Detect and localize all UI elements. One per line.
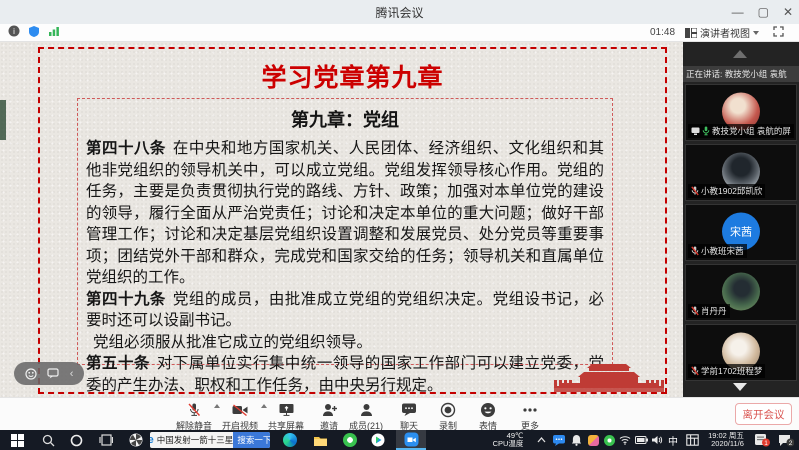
mic-muted-icon	[691, 186, 699, 196]
record-icon	[440, 402, 456, 418]
notification-badge-icon[interactable]: 1	[752, 430, 772, 450]
member-person-icon	[359, 402, 374, 418]
slide-paragraph: 第五十条对下属单位实行集中统一领导的国家工作部门可以建立党委，党委的产生办法、职…	[86, 353, 604, 396]
wifi-tray-icon[interactable]	[617, 430, 633, 450]
screen-share-icon	[691, 127, 700, 135]
share-screen-icon	[278, 402, 295, 418]
chat-bubble-icon[interactable]	[47, 368, 59, 379]
leave-meeting-button[interactable]: 离开会议	[735, 403, 792, 425]
windows-taskbar: e 中国发射一箭十三星 搜索一下 49℃CPU温度 中	[0, 430, 799, 450]
svg-text:2: 2	[789, 440, 793, 447]
desktop-edge-artifact	[0, 100, 6, 140]
participant-tile[interactable]: 肖丹丹	[685, 264, 797, 321]
slide-outer-border: 学习党章第九章 第九章：党组 第四十八条在中央和地方国家机关、人民团体、经济组织…	[38, 47, 667, 394]
unmute-button[interactable]: 解除静音	[170, 401, 218, 432]
cpu-temperature-widget[interactable]: 49℃CPU温度	[486, 430, 530, 450]
window-titlebar: 腾讯会议 — ▢ ✕	[0, 0, 799, 24]
participant-name: 小教1902邱凯欣	[701, 185, 762, 197]
taskbar-search-icon[interactable]	[36, 430, 60, 450]
close-button[interactable]: ✕	[783, 5, 793, 19]
news-search-text: 中国发射一箭十三星	[157, 434, 234, 446]
ime-language-indicator[interactable]: 中	[665, 430, 681, 450]
antivirus-360-tray-icon[interactable]	[601, 430, 617, 450]
slide-paragraph: 党组必须服从批准它成立的党组织领导。	[86, 332, 604, 354]
slide-content-box: 第九章：党组 第四十八条在中央和地方国家机关、人民团体、经济组织、文化组织和其他…	[77, 98, 613, 365]
view-mode-label: 演讲者视图	[700, 25, 750, 40]
search-now-button[interactable]: 搜索一下	[233, 432, 270, 448]
share-screen-button[interactable]: 共享屏幕	[262, 401, 310, 432]
tray-expand-chevron-icon[interactable]	[534, 430, 548, 450]
view-mode-selector[interactable]: 演讲者视图	[685, 25, 759, 40]
slide-paragraph: 第四十九条党组的成员，由批准成立党组的党组织决定。党组设书记，必要时还可以设副书…	[86, 289, 604, 332]
start-video-button[interactable]: 开启视频	[216, 401, 264, 432]
start-button[interactable]	[4, 430, 30, 450]
reaction-toolbar[interactable]: ‹	[14, 362, 84, 385]
app-tray-icon[interactable]	[585, 430, 601, 450]
shared-screen-slide: 学习党章第九章 第九章：党组 第四十八条在中央和地方国家机关、人民团体、经济组织…	[0, 42, 683, 397]
notification-bell-icon[interactable]	[568, 430, 584, 450]
slide-title: 学习党章第九章	[40, 58, 665, 94]
more-dots-icon	[521, 402, 539, 418]
tiananmen-silhouette	[540, 356, 678, 394]
security-shield-icon[interactable]	[28, 24, 40, 42]
emoji-button[interactable]: 表情	[464, 401, 512, 432]
meeting-info-icon[interactable]: i	[8, 24, 20, 42]
browser-360-icon[interactable]	[338, 430, 362, 450]
meeting-duration: 01:48	[650, 27, 675, 38]
participant-tile[interactable]: 学前1702班程梦	[685, 324, 797, 381]
participant-tile[interactable]: 教技党小组 袁航的屏...	[685, 84, 797, 141]
slide-paragraph: 第四十八条在中央和地方国家机关、人民团体、经济组织、文化组织和其他非党组织的领导…	[86, 138, 604, 289]
speaking-banner: 正在讲话: 教技党小组 袁航	[683, 66, 799, 82]
participant-name: 学前1702班程梦	[701, 365, 762, 377]
emoji-smiley-icon	[480, 402, 496, 418]
chat-bubble-icon	[401, 402, 417, 417]
network-signal-icon	[48, 24, 60, 42]
mic-muted-icon	[691, 306, 699, 316]
ime-keyboard-icon[interactable]	[683, 430, 701, 450]
action-center-icon[interactable]: 2	[776, 430, 796, 450]
participant-tile[interactable]: 小教1902邱凯欣	[685, 144, 797, 201]
emoji-icon[interactable]	[25, 368, 37, 380]
mic-muted-icon	[186, 402, 202, 418]
taskbar-news-search[interactable]: e 中国发射一箭十三星 搜索一下	[150, 432, 270, 448]
fullscreen-icon[interactable]	[773, 24, 784, 42]
participant-tile[interactable]: 宋茜 小教班宋茜	[685, 204, 797, 261]
scroll-up-arrow-icon[interactable]	[733, 50, 747, 58]
meeting-header: i 01:48 演讲者视图	[0, 24, 799, 42]
file-explorer-icon[interactable]	[308, 430, 332, 450]
meeting-toolbar: 解除静音 开启视频 共享屏幕 邀请 成员(21) 聊天 录制 表情 更多 离开会…	[0, 397, 799, 430]
mic-muted-icon	[691, 366, 699, 376]
participant-name: 肖丹丹	[701, 305, 727, 317]
maximize-button[interactable]: ▢	[758, 5, 769, 19]
tencent-meeting-taskbar-app[interactable]	[396, 430, 426, 450]
edge-browser-icon[interactable]	[278, 430, 302, 450]
participant-name: 小教班宋茜	[701, 245, 744, 257]
mic-muted-icon	[691, 246, 699, 256]
window-title: 腾讯会议	[375, 4, 423, 21]
layout-icon	[685, 28, 697, 38]
battery-tray-icon[interactable]	[633, 430, 649, 450]
scroll-down-arrow-icon[interactable]	[733, 383, 747, 391]
volume-tray-icon[interactable]	[649, 430, 665, 450]
tencent-video-icon[interactable]	[366, 430, 390, 450]
participant-name: 教技党小组 袁航的屏...	[712, 125, 791, 137]
invite-person-icon	[321, 402, 338, 418]
edge-glyph-icon: e	[150, 434, 154, 446]
pinwheel-app-icon[interactable]	[124, 430, 148, 450]
chevron-down-icon	[753, 31, 759, 35]
mic-on-icon	[702, 126, 710, 136]
svg-text:i: i	[13, 27, 15, 36]
messenger-tray-icon[interactable]	[551, 430, 567, 450]
cortana-icon[interactable]	[64, 430, 88, 450]
participants-sidebar: 正在讲话: 教技党小组 袁航 教技党小组 袁航的屏... 小教1902邱凯欣 宋…	[683, 42, 799, 397]
slide-heading: 第九章：党组	[86, 106, 604, 132]
collapse-chevron-icon[interactable]: ‹	[70, 368, 74, 380]
members-button[interactable]: 成员(21)	[342, 401, 390, 432]
svg-text:1: 1	[764, 440, 768, 447]
task-view-icon[interactable]	[94, 430, 118, 450]
minimize-button[interactable]: —	[732, 5, 744, 19]
more-button[interactable]: 更多	[506, 401, 554, 432]
clock-widget[interactable]: 19:02 周五2020/11/6	[702, 430, 750, 450]
camera-muted-icon	[231, 402, 249, 418]
